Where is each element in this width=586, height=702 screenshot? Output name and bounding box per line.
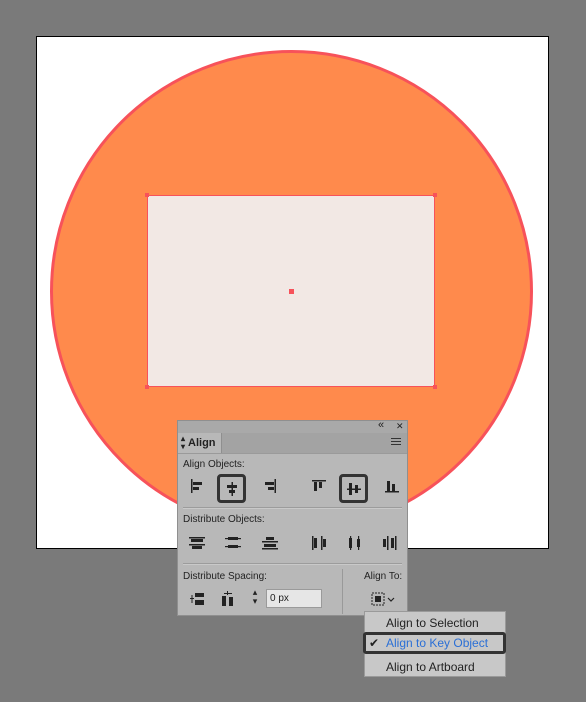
- selection-handle-tl[interactable]: [145, 193, 149, 197]
- menu-item-align-to-selection[interactable]: Align to Selection: [365, 612, 505, 634]
- section-divider: [183, 507, 402, 509]
- distribute-vspace-icon: [190, 593, 204, 605]
- vertical-align-bottom-button[interactable]: [379, 474, 405, 498]
- horizontal-distribute-space-button[interactable]: [215, 587, 241, 611]
- menu-item-label: Align to Key Object: [386, 636, 489, 650]
- tab-align-label: Align: [188, 437, 216, 449]
- vertical-distribute-top-button[interactable]: [184, 531, 210, 555]
- checkmark-icon: ✔: [369, 636, 380, 650]
- align-objects-label: Align Objects:: [183, 459, 245, 470]
- vertical-align-top-button[interactable]: [306, 474, 332, 498]
- align-top-icon: [312, 480, 326, 491]
- horizontal-distribute-right-button[interactable]: [377, 531, 403, 555]
- vertical-align-center-icon: [346, 482, 361, 495]
- distribute-hspace-icon: [222, 591, 233, 606]
- distribute-right-icon: [383, 536, 397, 550]
- distribute-hcenter-icon: [349, 536, 360, 550]
- horizontal-align-left-button[interactable]: [184, 474, 210, 498]
- distribute-spacing-label: Distribute Spacing:: [183, 571, 267, 582]
- horizontal-align-right-button[interactable]: [257, 474, 283, 498]
- selection-handle-bl[interactable]: [145, 385, 149, 389]
- align-center-icon: [226, 481, 237, 496]
- align-bottom-icon: [385, 481, 399, 493]
- spacing-stepper-icon[interactable]: ▴ ▾: [248, 588, 262, 608]
- panel-titlebar[interactable]: « ✕: [178, 419, 407, 433]
- align-left-icon: [191, 479, 202, 493]
- distribute-objects-label: Distribute Objects:: [183, 514, 265, 525]
- key-object-dropdown-icon: [371, 592, 395, 606]
- expand-arrows-icon[interactable]: ▴ ▾: [181, 435, 185, 451]
- align-to-dropdown-menu: Align to Selection ✔ Align to Key Object…: [363, 611, 506, 678]
- distribute-vcenter-icon: [225, 537, 241, 548]
- horizontal-distribute-center-button[interactable]: [342, 531, 368, 555]
- vertical-align-center-button[interactable]: [339, 474, 368, 503]
- vertical-distribute-bottom-button[interactable]: [257, 531, 283, 555]
- align-panel: « ✕ ▴ ▾ Align Align Objects: Distribute O…: [177, 419, 408, 616]
- align-to-key-object-button[interactable]: [366, 589, 400, 609]
- menu-item-align-to-key-object[interactable]: ✔ Align to Key Object: [363, 632, 506, 654]
- spacing-input[interactable]: 0 px: [266, 589, 322, 608]
- distribute-top-icon: [189, 537, 205, 549]
- horizontal-align-center-button[interactable]: [217, 474, 246, 503]
- tab-align[interactable]: ▴ ▾ Align: [178, 433, 222, 453]
- vertical-divider: [342, 569, 343, 614]
- section-divider: [183, 563, 402, 565]
- align-to-label: Align To:: [364, 571, 403, 582]
- panel-tab-row: ▴ ▾ Align: [178, 433, 407, 454]
- distribute-left-icon: [312, 536, 326, 550]
- close-icon[interactable]: ✕: [396, 421, 404, 432]
- panel-menu-icon[interactable]: [391, 438, 401, 447]
- selection-handle-tr[interactable]: [433, 193, 437, 197]
- horizontal-distribute-left-button[interactable]: [306, 531, 332, 555]
- selection-handle-br[interactable]: [433, 385, 437, 389]
- vertical-distribute-space-button[interactable]: [184, 587, 210, 611]
- vertical-distribute-center-button[interactable]: [220, 531, 246, 555]
- selection-center-point: [289, 289, 294, 294]
- menu-item-align-to-artboard[interactable]: Align to Artboard: [365, 656, 505, 678]
- distribute-bottom-icon: [262, 537, 278, 550]
- collapse-icon[interactable]: «: [378, 419, 384, 431]
- align-right-icon: [265, 479, 276, 493]
